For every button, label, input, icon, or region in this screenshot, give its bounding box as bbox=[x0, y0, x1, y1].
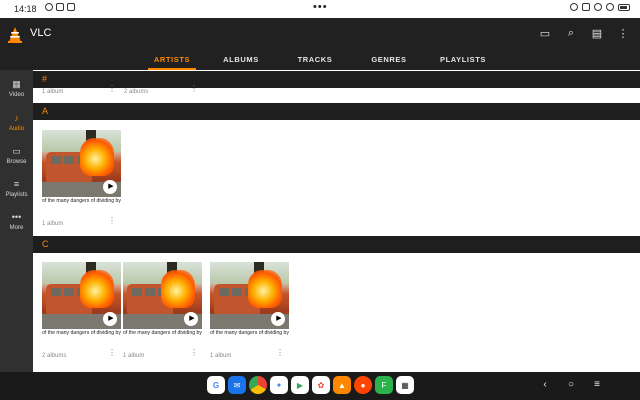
section-header-a: A bbox=[33, 103, 640, 120]
nav-playlists-label: Playlists bbox=[5, 192, 28, 198]
recents-icon[interactable]: ≡ bbox=[592, 378, 602, 392]
nav-more-label: More bbox=[9, 225, 24, 231]
artist-name: of the many dangers of dividing by ze bbox=[210, 330, 289, 336]
artist-name: of the many dangers of dividing by ze bbox=[42, 330, 121, 336]
artist-subtitle: 1 album bbox=[210, 353, 232, 359]
more-icon: ••• bbox=[11, 212, 22, 222]
artist-thumbnail: ▶ bbox=[123, 262, 202, 329]
nav-browse-label: Browse bbox=[6, 159, 27, 165]
video-icon: ▦ bbox=[12, 79, 21, 89]
artist-more-icon[interactable]: ⋮ bbox=[108, 349, 116, 357]
system-navigation-bar: G ✉ ✦ ▶ ✿ ▲ ● F ▦ ‹ ○ ≡ bbox=[0, 372, 640, 400]
reddit-app-icon[interactable]: ● bbox=[354, 376, 372, 394]
artist-more-icon[interactable]: ⋮ bbox=[190, 349, 198, 357]
tab-playlists[interactable]: PLAYLISTS bbox=[426, 54, 500, 70]
taskbar-dock: G ✉ ✦ ▶ ✿ ▲ ● F ▦ bbox=[207, 376, 414, 394]
artist-name: of the many dangers of dividing by ze bbox=[42, 198, 121, 204]
mute-icon bbox=[594, 3, 602, 11]
playlist-icon: ≡ bbox=[13, 179, 20, 189]
tab-bar: ARTISTS ALBUMS TRACKS GENRES PLAYLISTS bbox=[140, 54, 500, 70]
nav-audio-label: Audio bbox=[8, 126, 25, 132]
folder-icon: ▭ bbox=[12, 146, 21, 156]
home-icon[interactable]: ○ bbox=[566, 378, 576, 392]
nav-audio[interactable]: ♪ Audio bbox=[0, 113, 33, 143]
status-left-icons bbox=[45, 3, 75, 11]
tab-artists[interactable]: ARTISTS bbox=[140, 54, 204, 70]
chrome-app-icon[interactable] bbox=[249, 376, 267, 394]
system-nav-buttons: ‹ ○ ≡ bbox=[540, 378, 602, 392]
top-actions: ▭ ⌕ ▤ ⋮ bbox=[538, 26, 630, 40]
artist-card[interactable]: ▶ of the many dangers of dividing by ze bbox=[210, 262, 289, 338]
overflow-menu-icon[interactable]: ⋮ bbox=[616, 26, 630, 40]
tab-tracks[interactable]: TRACKS bbox=[278, 54, 352, 70]
wifi-icon bbox=[606, 3, 614, 11]
notification-icon bbox=[45, 3, 53, 11]
vlc-logo-icon bbox=[8, 27, 22, 43]
cast-icon[interactable]: ▭ bbox=[538, 26, 552, 40]
gallery-icon bbox=[67, 3, 75, 11]
back-icon[interactable]: ‹ bbox=[540, 378, 550, 392]
tab-genres[interactable]: GENRES bbox=[352, 54, 426, 70]
audio-icon: ♪ bbox=[14, 113, 19, 123]
artist-card[interactable]: ▶ of the many dangers of dividing by ze bbox=[42, 130, 121, 206]
tab-albums[interactable]: ALBUMS bbox=[204, 54, 278, 70]
bluetooth-icon bbox=[582, 3, 590, 11]
artist-thumbnail: ▶ bbox=[42, 262, 121, 329]
multiwindow-handle-icon[interactable]: ••• bbox=[313, 1, 328, 13]
nav-playlists[interactable]: ≡ Playlists bbox=[0, 179, 33, 209]
play-store-app-icon[interactable]: ▶ bbox=[291, 376, 309, 394]
artist-name: of the many dangers of dividing by ze bbox=[123, 330, 202, 336]
artist-more-icon[interactable]: ⋮ bbox=[108, 85, 116, 93]
vlc-app-icon[interactable]: ▲ bbox=[333, 376, 351, 394]
qr-scanner-app-icon[interactable]: ▦ bbox=[396, 376, 414, 394]
play-icon[interactable]: ▶ bbox=[103, 180, 117, 194]
nav-video[interactable]: ▦ Video bbox=[0, 79, 33, 109]
artist-thumbnail: ▶ bbox=[42, 130, 121, 197]
nav-more[interactable]: ••• More bbox=[0, 212, 33, 242]
artist-more-icon[interactable]: ⋮ bbox=[276, 349, 284, 357]
assistant-app-icon[interactable]: ✦ bbox=[270, 376, 288, 394]
display-settings-icon[interactable]: ▤ bbox=[590, 26, 604, 40]
alarm-icon bbox=[570, 3, 578, 11]
artist-subtitle: 1 album bbox=[123, 353, 145, 359]
nav-browse[interactable]: ▭ Browse bbox=[0, 146, 33, 176]
photos-app-icon[interactable]: ✿ bbox=[312, 376, 330, 394]
artist-more-icon[interactable]: ⋮ bbox=[108, 217, 116, 225]
search-icon[interactable]: ⌕ bbox=[564, 26, 578, 40]
artist-subtitle: 2 albums bbox=[124, 89, 149, 95]
artist-thumbnail: ▶ bbox=[210, 262, 289, 329]
artist-card[interactable]: ▶ of the many dangers of dividing by ze bbox=[42, 262, 121, 338]
vlc-app-window: 14:18 ••• VLC ▭ ⌕ ▤ ⋮ ARTISTS ALBUMS TRA… bbox=[0, 0, 640, 400]
artist-card[interactable]: ▶ of the many dangers of dividing by ze bbox=[123, 262, 202, 338]
section-header-hash: # bbox=[33, 71, 640, 88]
app-bar: VLC ▭ ⌕ ▤ ⋮ ARTISTS ALBUMS TRACKS GENRES… bbox=[0, 18, 640, 70]
play-icon[interactable]: ▶ bbox=[184, 312, 198, 326]
play-icon[interactable]: ▶ bbox=[103, 312, 117, 326]
status-time: 14:18 bbox=[14, 4, 37, 14]
navigation-rail: ▦ Video ♪ Audio ▭ Browse ≡ Playlists •••… bbox=[0, 70, 33, 372]
messages-app-icon[interactable]: ✉ bbox=[228, 376, 246, 394]
artist-subtitle: 2 albums bbox=[42, 353, 67, 359]
battery-icon bbox=[618, 3, 630, 11]
section-header-c: C bbox=[33, 236, 640, 253]
artist-subtitle: 1 album bbox=[42, 221, 64, 227]
artist-more-icon[interactable]: ⋮ bbox=[190, 85, 198, 93]
feedly-app-icon[interactable]: F bbox=[375, 376, 393, 394]
status-right-icons bbox=[570, 3, 630, 11]
artists-list[interactable]: # 1 album ⋮ 2 albums ⋮ A ▶ of the many d… bbox=[33, 70, 640, 372]
app-title: VLC bbox=[30, 27, 52, 39]
play-icon[interactable]: ▶ bbox=[271, 312, 285, 326]
artist-subtitle: 1 album bbox=[42, 89, 64, 95]
status-bar: 14:18 ••• bbox=[0, 0, 640, 18]
message-icon bbox=[56, 3, 64, 11]
google-app-icon[interactable]: G bbox=[207, 376, 225, 394]
nav-video-label: Video bbox=[8, 92, 25, 98]
